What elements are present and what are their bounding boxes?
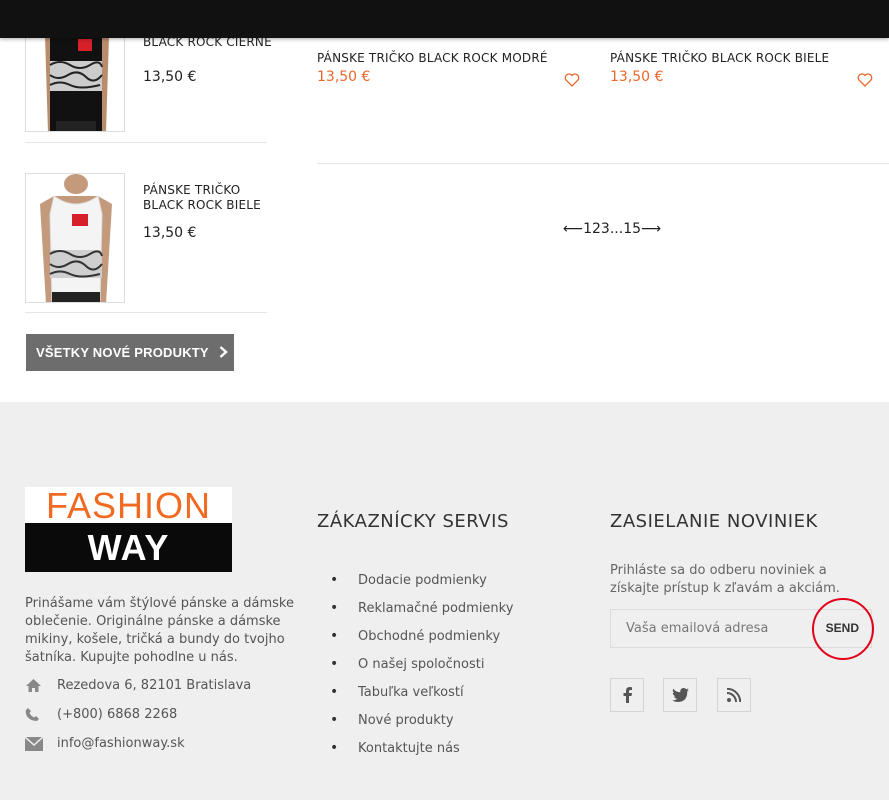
- pagination-page-3[interactable]: 3: [601, 221, 610, 237]
- pagination-ellipsis: ...: [609, 221, 624, 237]
- chevron-right-icon: [219, 345, 228, 361]
- logo-text-bottom: WAY: [25, 523, 232, 572]
- button-label: VŠETKY NOVÉ PRODUKTY: [36, 345, 209, 360]
- bullet-icon: •: [330, 572, 339, 588]
- grid-product-name[interactable]: PÁNSKE TRIČKO BLACK ROCK MODRÉ: [317, 51, 548, 65]
- envelope-icon: [25, 736, 57, 751]
- link-label: Obchodné podmienky: [358, 628, 501, 644]
- link-dodacie-podmienky[interactable]: • Dodacie podmienky: [330, 566, 513, 594]
- contact-email: info@fashionway.sk: [25, 736, 185, 751]
- bullet-icon: •: [330, 740, 339, 756]
- link-reklamacne-podmienky[interactable]: • Reklamačné podmienky: [330, 594, 513, 622]
- contact-phone: (+800) 6868 2268: [25, 707, 177, 722]
- heart-icon[interactable]: [564, 72, 580, 88]
- newsletter-text: Prihláste sa do odberu noviniek a získaj…: [610, 563, 840, 596]
- link-nove-produkty[interactable]: • Nové produkty: [330, 706, 513, 734]
- all-new-products-button[interactable]: VŠETKY NOVÉ PRODUKTY: [26, 334, 234, 371]
- page: BLACK ROCK ČIERNE 13,50 € PÁNSKE TRIČKO …: [0, 0, 889, 800]
- newsletter-email-input[interactable]: [611, 610, 811, 647]
- twitter-icon[interactable]: [663, 678, 697, 712]
- customer-service-links: • Dodacie podmienky • Reklamačné podmienky…: [330, 566, 513, 762]
- link-label: O našej spoločnosti: [358, 656, 485, 672]
- address-text: Rezedova 6, 82101 Bratislava: [57, 678, 252, 693]
- link-obchodne-podmienky[interactable]: • Obchodné podmienky: [330, 622, 513, 650]
- phone-icon: [25, 707, 57, 722]
- pagination-next[interactable]: ⟶: [641, 221, 661, 237]
- top-header-bar: [0, 0, 889, 38]
- home-icon: [25, 678, 57, 693]
- pagination: ⟵ 1 2 3 ... 15 ⟶: [563, 221, 661, 237]
- pagination-page-2[interactable]: 2: [592, 221, 601, 237]
- link-label: Kontaktujte nás: [358, 740, 460, 756]
- logo-text-top: FASHION: [25, 487, 232, 525]
- product-name[interactable]: PÁNSKE TRIČKO BLACK ROCK BIELE: [143, 183, 273, 213]
- about-text: Prinášame vám štýlové pánske a dámske ob…: [25, 596, 294, 665]
- customer-service-title: ZÁKAZNÍCKY SERVIS: [317, 511, 509, 532]
- bullet-icon: •: [330, 656, 339, 672]
- link-kontaktujte-nas[interactable]: • Kontaktujte nás: [330, 734, 513, 762]
- divider: [317, 163, 889, 164]
- grid-product-name[interactable]: PÁNSKE TRIČKO BLACK ROCK BIELE: [610, 51, 829, 65]
- grid-product-price: 13,50 €: [317, 69, 371, 85]
- rss-icon[interactable]: [717, 678, 751, 712]
- pagination-prev[interactable]: ⟵: [563, 221, 583, 237]
- link-o-nasej-spolocnosti[interactable]: • O našej spoločnosti: [330, 650, 513, 678]
- divider: [25, 142, 267, 143]
- grid-product-price: 13,50 €: [610, 69, 664, 85]
- bullet-icon: •: [330, 628, 339, 644]
- bullet-icon: •: [330, 712, 339, 728]
- product-price: 13,50 €: [143, 225, 197, 241]
- fashion-way-logo[interactable]: FASHION WAY: [25, 487, 232, 572]
- bullet-icon: •: [330, 684, 339, 700]
- link-label: Reklamačné podmienky: [358, 600, 514, 616]
- link-label: Tabuľka veľkostí: [358, 684, 464, 700]
- product-price: 13,50 €: [143, 69, 197, 85]
- pagination-page-1[interactable]: 1: [583, 221, 592, 237]
- link-label: Nové produkty: [358, 712, 454, 728]
- email-text[interactable]: info@fashionway.sk: [57, 736, 185, 751]
- link-tabulka-velkosti[interactable]: • Tabuľka veľkostí: [330, 678, 513, 706]
- pagination-page-last[interactable]: 15: [623, 221, 641, 237]
- phone-text: (+800) 6868 2268: [57, 707, 178, 722]
- product-image[interactable]: [25, 173, 125, 303]
- link-label: Dodacie podmienky: [358, 572, 487, 588]
- heart-icon[interactable]: [857, 72, 873, 88]
- facebook-icon[interactable]: [610, 678, 644, 712]
- bullet-icon: •: [330, 600, 339, 616]
- contact-address: Rezedova 6, 82101 Bratislava: [25, 678, 251, 693]
- newsletter-title: ZASIELANIE NOVINIEK: [610, 511, 818, 532]
- highlight-circle: [812, 598, 874, 660]
- divider: [25, 312, 267, 313]
